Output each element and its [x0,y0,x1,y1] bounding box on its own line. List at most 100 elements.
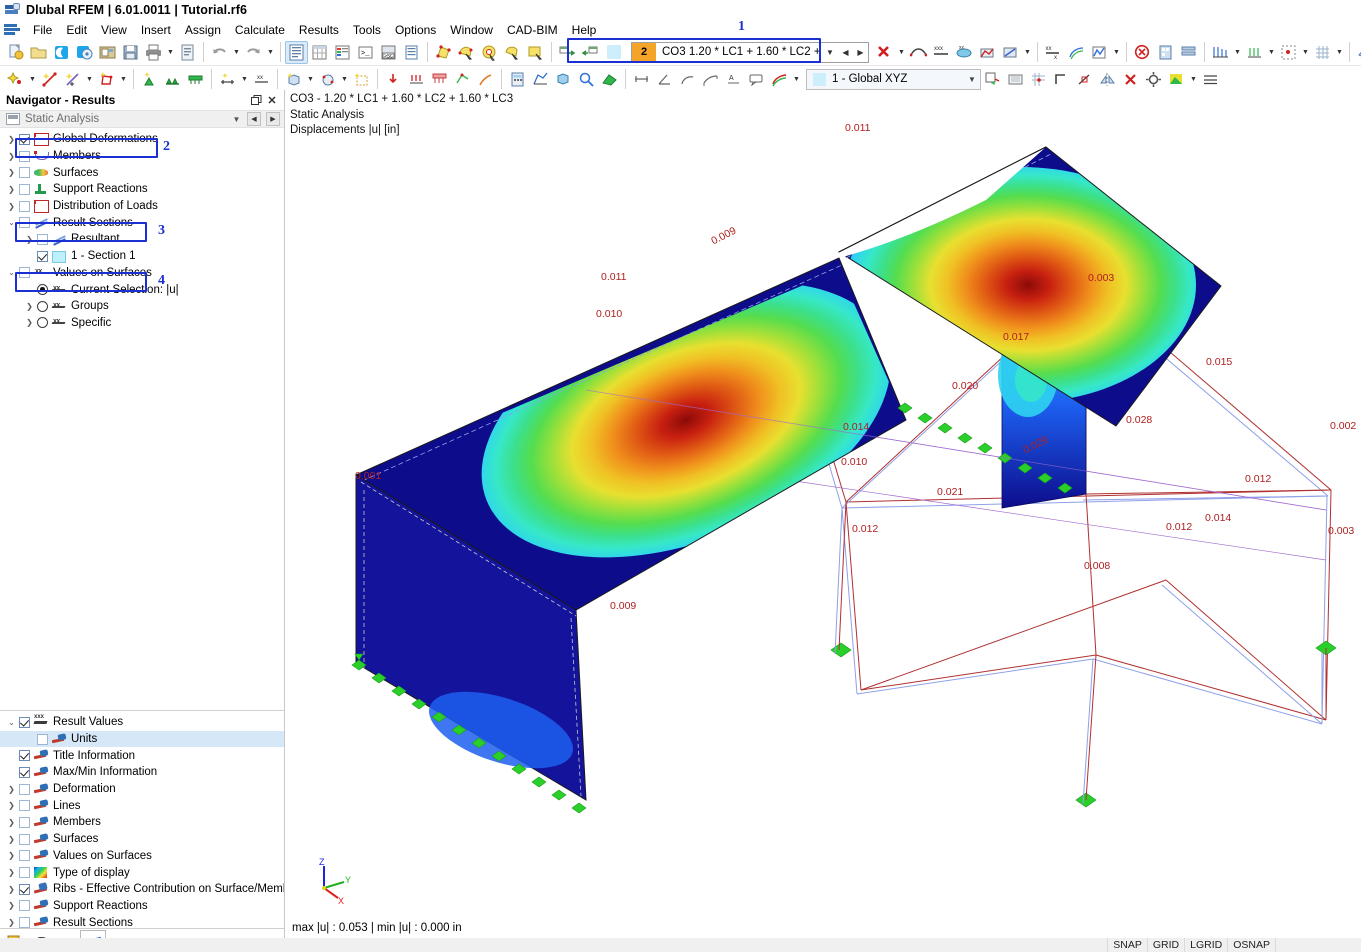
tree-row-support-reactions[interactable]: ❯Support Reactions [0,181,284,198]
tree-checkbox[interactable] [19,750,30,761]
new-solid-icon[interactable] [282,68,305,91]
text-annotation-icon[interactable]: A [722,68,745,91]
model-viewport[interactable]: CO3 - 1.20 * LC1 + 1.60 * LC2 + 1.60 * L… [286,90,1361,918]
snap-settings-icon[interactable] [1277,41,1300,64]
expand-arrow-icon[interactable]: ❯ [22,235,37,244]
redo-icon[interactable] [242,41,265,64]
deselect-icon[interactable] [501,41,524,64]
prev-page-icon[interactable]: ◀ [247,112,261,126]
tree-row-resultant[interactable]: ❯Resultant [0,231,284,248]
surface-load-icon[interactable] [428,68,451,91]
new-member-icon[interactable] [61,68,84,91]
tree-checkbox[interactable] [19,834,30,845]
loads-dropdown-icon[interactable]: ▼ [1266,41,1277,64]
mesh-dropdown-icon[interactable]: ▼ [1232,41,1243,64]
member-hinge-dropdown-icon[interactable]: ▼ [239,68,250,91]
tree-checkbox[interactable] [19,134,30,145]
expand-arrow-icon[interactable]: ❯ [4,801,19,810]
member-hinge-icon[interactable] [216,68,239,91]
zoom-fit-icon[interactable] [575,68,598,91]
analysis-selector[interactable]: Static Analysis ▼ ◀ ▶ [0,110,284,128]
tree-row-ribs-effective-contribution-on-surface-member[interactable]: ❯Ribs - Effective Contribution on Surfac… [0,881,284,898]
close-icon[interactable]: ✕ [264,92,280,108]
mesh-display-icon[interactable] [1209,41,1232,64]
chevron-down-icon[interactable]: ▼ [231,115,242,124]
settings-gear-icon[interactable] [1142,68,1165,91]
building-model-icon[interactable] [1154,41,1177,64]
status-snap[interactable]: SNAP [1107,938,1147,952]
imperfection-icon[interactable] [474,68,497,91]
undo-dropdown-icon[interactable]: ▼ [231,41,242,64]
load-case-combo[interactable]: 2 CO3 1.20 * LC1 + 1.60 * LC2 + 1.60 * L… [631,42,869,63]
tree-checkbox[interactable] [19,717,30,728]
color-mode-icon[interactable] [1165,68,1188,91]
coord-system-combo[interactable]: 1 - Global XYZ ▼ [806,69,981,90]
cloud-open-icon[interactable] [50,41,73,64]
prev-arrow-icon[interactable]: ◀ [838,48,853,57]
line-support-icon[interactable] [161,68,184,91]
new-opening-dropdown-icon[interactable]: ▼ [339,68,350,91]
new-line-icon[interactable] [38,68,61,91]
menu-item-tools[interactable]: Tools [346,21,388,39]
tree-row-lines[interactable]: ❯Lines [0,797,284,814]
status-lgrid[interactable]: LGRID [1184,938,1227,952]
expand-arrow-icon[interactable]: ❯ [22,302,37,311]
close-results-dropdown-icon[interactable]: ▼ [896,41,907,64]
tree-row-current-selection-u[interactable]: Current Selection: |u| [0,281,284,298]
new-opening-icon[interactable] [316,68,339,91]
tree-checkbox[interactable] [19,850,30,861]
tree-row-values-on-surfaces[interactable]: ❯Values on Surfaces [0,848,284,865]
export-view-icon[interactable] [556,41,579,64]
tree-row-groups[interactable]: ❯Groups [0,298,284,315]
new-node-icon[interactable] [4,68,27,91]
result-values-xx-icon[interactable]: xxx [930,41,953,64]
undo-icon[interactable] [208,41,231,64]
tree-checkbox[interactable] [19,900,30,911]
dimension-icon[interactable] [630,68,653,91]
stories-icon[interactable] [1177,41,1200,64]
snap-to-grid-icon[interactable] [1027,68,1050,91]
result-diagram-dropdown-icon[interactable]: ▼ [1111,41,1122,64]
tree-row-values-on-surfaces[interactable]: ⌄Values on Surfaces [0,265,284,282]
expand-arrow-icon[interactable]: ❯ [4,868,19,877]
tree-checkbox[interactable] [37,234,48,245]
color-mode-dropdown-icon[interactable]: ▼ [1188,68,1199,91]
expand-arrow-icon[interactable]: ❯ [4,818,19,827]
tree-radio[interactable] [37,301,48,312]
tree-checkbox[interactable] [19,201,30,212]
expand-arrow-icon[interactable]: ❯ [4,168,19,177]
tree-checkbox[interactable] [37,734,48,745]
close-results-icon[interactable] [873,41,896,64]
print-icon[interactable] [142,41,165,64]
surface-results-icon[interactable]: xx [953,41,976,64]
menu-item-file[interactable]: File [26,21,59,39]
collapse-arrow-icon[interactable]: ⌄ [4,268,19,277]
dimension-radius-icon[interactable] [676,68,699,91]
tree-radio[interactable] [37,284,48,295]
tree-checkbox[interactable] [19,217,30,228]
new-grid-icon[interactable] [350,68,373,91]
tree-row-members[interactable]: ❯Members [0,148,284,165]
next-page-icon[interactable]: ▶ [266,112,280,126]
nodal-support-icon[interactable] [138,68,161,91]
tree-row-surfaces[interactable]: ❯Surfaces [0,164,284,181]
cloud-sync-icon[interactable] [73,41,96,64]
expand-arrow-icon[interactable]: ❯ [22,318,37,327]
design-check-icon[interactable] [1131,41,1154,64]
new-member-dropdown-icon[interactable]: ▼ [84,68,95,91]
tree-checkbox[interactable] [19,151,30,162]
expand-arrow-icon[interactable]: ❯ [4,918,19,927]
tree-checkbox[interactable] [19,817,30,828]
expand-arrow-icon[interactable]: ❯ [4,901,19,910]
coord-system-edit-icon[interactable] [981,68,1004,91]
result-diagram-icon[interactable] [976,41,999,64]
expand-arrow-icon[interactable]: ❯ [4,851,19,860]
tree-row-result-sections[interactable]: ❯Result Sections [0,914,284,928]
printout-report-icon[interactable] [176,41,199,64]
rainbow-dropdown-icon[interactable]: ▼ [791,68,802,91]
tree-radio[interactable] [37,317,48,328]
tree-row-distribution-of-loads[interactable]: ❯Distribution of Loads [0,198,284,215]
snap-dropdown-icon[interactable]: ▼ [1300,41,1311,64]
menu-item-insert[interactable]: Insert [134,21,178,39]
select-special-icon[interactable] [478,41,501,64]
